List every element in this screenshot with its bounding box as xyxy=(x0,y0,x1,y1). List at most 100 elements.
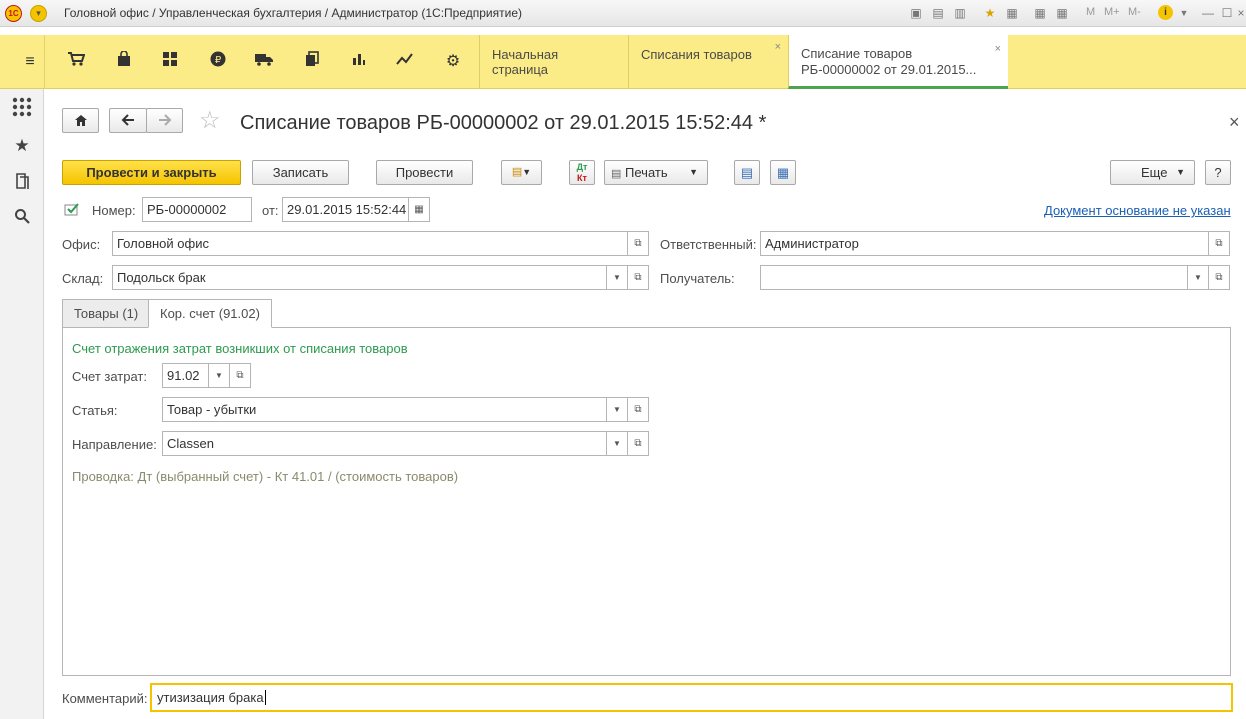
more-label: Еще xyxy=(1141,165,1168,180)
calculator-icon[interactable]: ▦ xyxy=(1032,5,1048,21)
arrow-right-icon xyxy=(158,114,171,126)
comment-field[interactable]: утизизация брака xyxy=(150,683,1233,712)
close-window-icon[interactable]: × xyxy=(1236,5,1246,21)
home-button[interactable] xyxy=(62,108,99,133)
favorites-icon[interactable]: ★ xyxy=(982,5,998,21)
account-label: Счет затрат: xyxy=(72,369,147,384)
print-icon[interactable]: ▤ xyxy=(930,5,946,21)
section-panel: ≡ ₽ ⚙ Начальная страница Списания товаро… xyxy=(0,35,1246,89)
chevron-down-icon: ▼ xyxy=(522,167,532,177)
comment-value: утизизация брака xyxy=(157,690,264,705)
recipient-dropdown-button[interactable]: ▼ xyxy=(1187,265,1209,290)
open-icon: ⧉ xyxy=(634,438,642,449)
close-icon[interactable]: × xyxy=(775,41,781,53)
memory-m[interactable]: M xyxy=(1086,6,1095,18)
tab-current-document[interactable]: Списание товаров РБ-00000002 от 29.01.20… xyxy=(788,35,1008,89)
post-button[interactable]: Провести xyxy=(376,160,473,185)
dt-kt-postings-button[interactable]: Дт Кт xyxy=(569,160,595,185)
office-field[interactable]: Головной офис xyxy=(112,231,628,256)
posting-description: Проводка: Дт (выбранный счет) - Кт 41.01… xyxy=(72,469,459,484)
text-cursor xyxy=(264,690,266,705)
open-icon: ⧉ xyxy=(236,370,244,381)
warehouse-open-button[interactable]: ⧉ xyxy=(627,265,649,290)
save-button[interactable]: Записать xyxy=(252,160,349,185)
app-logo-icon: 1С xyxy=(5,5,22,22)
copy-icon[interactable] xyxy=(301,51,323,73)
structure-button[interactable]: ▦ xyxy=(770,160,796,185)
left-panel: ★ xyxy=(0,89,44,719)
responsible-open-button[interactable]: ⧉ xyxy=(1208,231,1230,256)
minimize-icon[interactable]: — xyxy=(1200,5,1216,21)
recipient-field[interactable] xyxy=(760,265,1188,290)
direction-dropdown-button[interactable]: ▼ xyxy=(606,431,628,456)
calendar-icon[interactable]: ▦ xyxy=(1054,5,1070,21)
apps-icon[interactable] xyxy=(11,97,33,119)
tab-goods[interactable]: Товары (1) xyxy=(62,299,151,328)
help-button[interactable]: ? xyxy=(1205,160,1231,185)
grid-icon[interactable] xyxy=(159,51,181,73)
article-field[interactable]: Товар - убытки xyxy=(162,397,607,422)
warehouse-dropdown-button[interactable]: ▼ xyxy=(606,265,628,290)
back-button[interactable] xyxy=(109,108,147,133)
post-and-close-button[interactable]: Провести и закрыть xyxy=(62,160,241,185)
close-document-icon[interactable]: × xyxy=(1229,112,1240,133)
printer-icon: ▤ xyxy=(611,168,622,180)
warehouse-field[interactable]: Подольск брак xyxy=(112,265,607,290)
create-based-on-button[interactable]: ▤▼ xyxy=(501,160,542,185)
account-field[interactable]: 91.02 xyxy=(162,363,209,388)
window-title: Головной офис / Управленческая бухгалтер… xyxy=(64,6,523,20)
account-open-button[interactable]: ⧉ xyxy=(229,363,251,388)
ruble-icon[interactable]: ₽ xyxy=(207,51,229,73)
article-open-button[interactable]: ⧉ xyxy=(627,397,649,422)
direction-open-button[interactable]: ⧉ xyxy=(627,431,649,456)
dt-kt-icon: Дт Кт xyxy=(576,162,588,183)
bag-icon[interactable] xyxy=(113,50,135,73)
chevron-down-icon: ▼ xyxy=(1176,167,1185,177)
forward-button[interactable] xyxy=(146,108,183,133)
info-icon[interactable]: i xyxy=(1158,5,1173,20)
memory-m-plus[interactable]: M+ xyxy=(1104,6,1120,18)
save-icon[interactable]: ▣ xyxy=(908,5,924,21)
link-icon[interactable]: ▦ xyxy=(1004,5,1020,21)
memory-m-minus[interactable]: M- xyxy=(1128,6,1141,18)
search-icon[interactable] xyxy=(11,208,33,230)
truck-icon[interactable] xyxy=(253,51,275,73)
tab-correspondent-account[interactable]: Кор. счет (91.02) xyxy=(148,299,272,328)
favorite-star-icon[interactable]: ☆ xyxy=(199,108,225,134)
account-dropdown-button[interactable]: ▼ xyxy=(208,363,230,388)
star-icon[interactable]: ★ xyxy=(11,135,33,157)
close-icon[interactable]: × xyxy=(995,41,1001,57)
chevron-down-icon[interactable]: ▼ xyxy=(1176,5,1192,21)
tab-home[interactable]: Начальная страница xyxy=(479,35,628,89)
open-icon: ⧉ xyxy=(634,404,642,415)
more-button[interactable]: Еще ▼ xyxy=(1110,160,1195,185)
print-button[interactable]: ▤ Печать ▼ xyxy=(604,160,708,185)
report-button[interactable]: ▤ xyxy=(734,160,760,185)
maximize-icon[interactable]: ☐ xyxy=(1219,5,1235,21)
open-icon: ⧉ xyxy=(1215,238,1223,249)
article-dropdown-button[interactable]: ▼ xyxy=(606,397,628,422)
recipient-open-button[interactable]: ⧉ xyxy=(1208,265,1230,290)
calendar-button[interactable]: ▦ xyxy=(408,197,430,222)
direction-field[interactable]: Classen xyxy=(162,431,607,456)
history-icon[interactable] xyxy=(11,172,33,194)
date-field[interactable]: 29.01.2015 15:52:44 xyxy=(282,197,409,222)
document-icon: ▤ xyxy=(740,165,754,180)
gear-icon[interactable]: ⚙ xyxy=(442,51,464,73)
responsible-label: Ответственный: xyxy=(660,237,757,252)
office-open-button[interactable]: ⧉ xyxy=(627,231,649,256)
tab-write-offs[interactable]: Списания товаров × xyxy=(628,35,788,89)
menu-icon[interactable]: ≡ xyxy=(19,51,41,73)
window-title-bar: 1С ▾ Головной офис / Управленческая бухг… xyxy=(0,0,1246,27)
preview-icon[interactable]: ▥ xyxy=(952,5,968,21)
number-field[interactable]: РБ-00000002 xyxy=(142,197,252,222)
divider xyxy=(44,35,45,89)
chevron-down-icon: ▼ xyxy=(689,167,698,177)
responsible-field[interactable]: Администратор xyxy=(760,231,1209,256)
date-label: от: xyxy=(262,203,279,218)
main-menu-button[interactable]: ▾ xyxy=(30,5,47,22)
bar-chart-icon[interactable] xyxy=(348,51,370,73)
cart-icon[interactable] xyxy=(65,51,87,73)
trend-icon[interactable] xyxy=(394,51,416,73)
basis-document-link[interactable]: Документ основание не указан xyxy=(1044,203,1231,218)
